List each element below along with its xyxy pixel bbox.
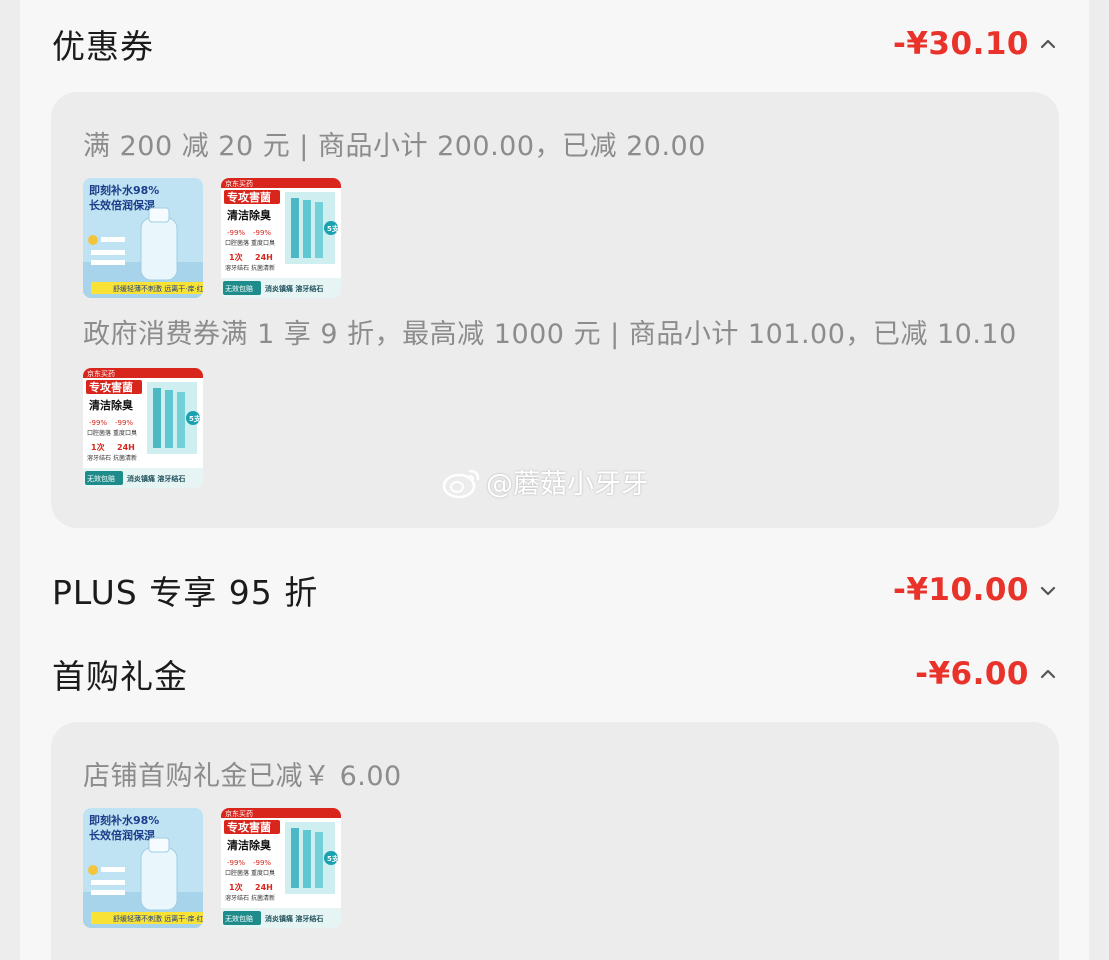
product-thumb-hydration-spray[interactable]: 即刻补水98% 长效倍润保湿 舒缓轻薄不刺激 远离干·痒·红 [83,178,203,298]
product-thumb-mouthwash[interactable]: 京东买药 专攻害菌 清洁除臭 -99% -99% 口腔菌落 重度口臭 1次 24… [83,368,203,488]
thumb-footer-left: 无效包赔 [225,914,253,923]
thumb-stat-2: -99% [115,419,133,427]
thumb-footer-left: 无效包赔 [225,284,253,293]
thumb-badge: 5支 [327,854,340,863]
watermark: @蘑菇小牙牙 [442,462,648,501]
thumb-sub-2: 重度口臭 [113,429,137,437]
thumb-headline-1: 专攻害菌 [227,190,271,204]
thumb-headline-1: 即刻补水98% [89,183,159,197]
thumb-brand: 京东买药 [225,809,253,818]
first-purchase-row[interactable]: 首购礼金 -¥6.00 [52,644,1059,704]
thumb-badge: 5支 [327,224,340,233]
weibo-logo-icon [442,469,480,498]
thumb-stat-4: 24H [255,883,273,892]
thumb-brand: 京东买药 [87,369,115,378]
thumb-headline-2: 清洁除臭 [89,398,133,412]
thumb-sub-2: 重度口臭 [251,869,275,877]
thumb-headline-1: 专攻害菌 [227,820,271,834]
discount-details-sheet: 优惠券 -¥30.10 满 200 减 20 元 | 商品小计 200.00，已… [20,0,1089,960]
first-purchase-detail-panel: 店铺首购礼金已减￥ 6.00 即刻补水98% 长效倍润保湿 舒缓轻薄不刺激 远离… [51,722,1059,960]
thumb-stat-3: 1次 [229,252,243,262]
thumb-headline-2: 长效倍润保湿 [89,828,155,842]
thumb-footer-right: 消炎镇痛 溶牙结石 [127,474,185,483]
thumb-stat-3: 1次 [229,882,243,892]
thumb-headline-2: 清洁除臭 [227,208,271,222]
coupon-amount-group[interactable]: -¥30.10 [893,26,1059,62]
first-purchase-text: 店铺首购礼金已减￥ 6.00 [83,761,402,792]
coupon-title: 优惠券 [52,27,154,66]
product-thumb-mouthwash[interactable]: 京东买药 专攻害菌 清洁除臭 -99% -99% 口腔菌落 重度口臭 1次 24… [221,178,341,298]
thumb-sub-4: 抗菌清新 [251,264,275,272]
thumb-stat-1: -99% [227,859,245,867]
thumb-stat-1: -99% [227,229,245,237]
plus-discount-row[interactable]: PLUS 专享 95 折 -¥10.00 [52,560,1059,620]
thumb-sub-1: 口腔菌落 [225,869,249,877]
thumb-brand: 京东买药 [225,179,253,188]
thumb-headline-1: 专攻害菌 [89,380,133,394]
thumb-sub-2: 重度口臭 [251,239,275,247]
thumb-sub-4: 抗菌清新 [251,894,275,902]
coupon-row[interactable]: 优惠券 -¥30.10 [52,14,1059,74]
thumb-stat-1: -99% [89,419,107,427]
chevron-down-icon[interactable] [1037,579,1059,601]
thumb-sub-1: 口腔菌落 [225,239,249,247]
coupon-rule-1-text: 满 200 减 20 元 | 商品小计 200.00，已减 20.00 [83,131,706,162]
thumb-sub-4: 抗菌清新 [113,454,137,462]
first-purchase-amount-group[interactable]: -¥6.00 [915,656,1059,692]
coupon-rule-2-text: 政府消费券满 1 享 9 折，最高减 1000 元 | 商品小计 101.00，… [83,319,1017,350]
thumb-stat-4: 24H [255,253,273,262]
thumb-stat-2: -99% [253,229,271,237]
chevron-up-icon[interactable] [1037,663,1059,685]
thumb-footer: 舒缓轻薄不刺激 远离干·痒·红 [113,914,203,923]
thumb-headline-1: 即刻补水98% [89,813,159,827]
watermark-text: @蘑菇小牙牙 [486,469,648,500]
first-purchase-amount: -¥6.00 [915,656,1029,692]
thumb-sub-1: 口腔菌落 [87,429,111,437]
chevron-up-icon[interactable] [1037,33,1059,55]
thumb-footer-right: 消炎镇痛 溶牙结石 [265,284,323,293]
coupon-amount: -¥30.10 [893,26,1029,62]
thumb-headline-2: 长效倍润保湿 [89,198,155,212]
thumb-footer-right: 消炎镇痛 溶牙结石 [265,914,323,923]
thumb-sub-3: 溶牙结石 [225,264,249,272]
plus-discount-title: PLUS 专享 95 折 [52,573,319,612]
thumb-sub-3: 溶牙结石 [87,454,111,462]
product-thumb-hydration-spray[interactable]: 即刻补水98% 长效倍润保湿 舒缓轻薄不刺激 远离干·痒·红 [83,808,203,928]
thumb-footer: 舒缓轻薄不刺激 远离干·痒·红 [113,284,203,293]
thumb-stat-3: 1次 [91,442,105,452]
plus-amount-group[interactable]: -¥10.00 [893,572,1059,608]
thumb-stat-4: 24H [117,443,135,452]
thumb-headline-2: 清洁除臭 [227,838,271,852]
first-purchase-title: 首购礼金 [52,657,188,696]
plus-discount-amount: -¥10.00 [893,572,1029,608]
thumb-badge: 5支 [189,414,202,423]
thumb-sub-3: 溶牙结石 [225,894,249,902]
thumb-stat-2: -99% [253,859,271,867]
product-thumb-mouthwash[interactable]: 京东买药 专攻害菌 清洁除臭 -99% -99% 口腔菌落 重度口臭 1次 24… [221,808,341,928]
thumb-footer-left: 无效包赔 [87,474,115,483]
